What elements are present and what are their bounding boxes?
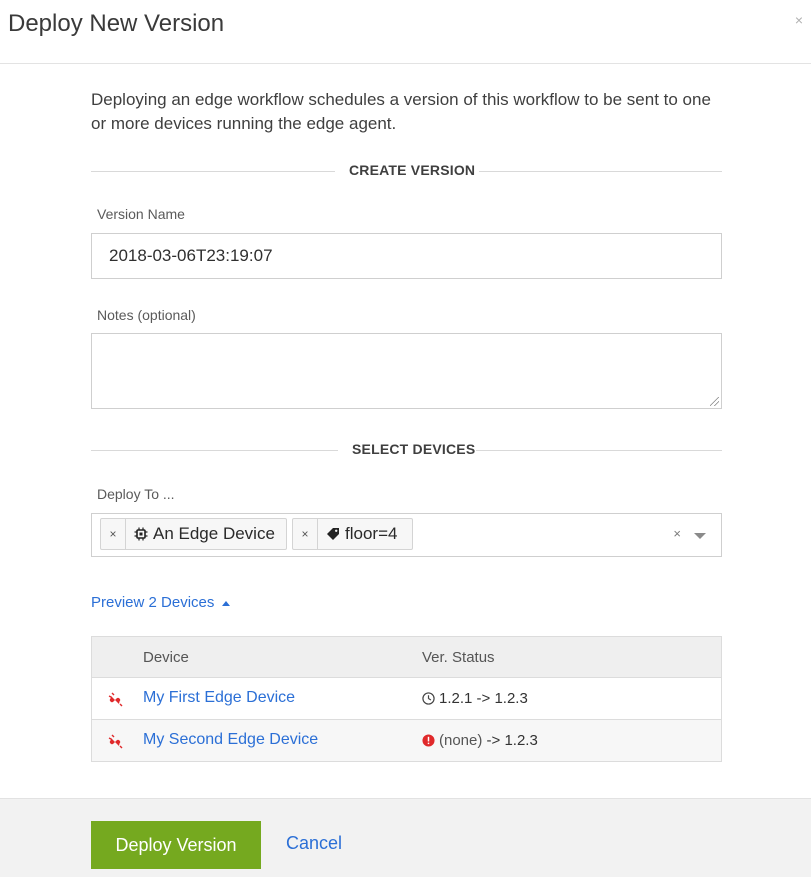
error-icon [422, 734, 435, 747]
status-prefix: (none) [439, 732, 483, 749]
device-chip: × An Edge Device [100, 518, 287, 550]
notes-label: Notes (optional) [97, 307, 196, 323]
version-status: (none) -> 1.2.3 [422, 732, 538, 749]
close-icon[interactable]: × [795, 12, 803, 28]
select-devices-divider: SELECT DEVICES [91, 441, 722, 461]
tag-chip: × floor=4 [292, 518, 413, 550]
device-link[interactable]: My Second Edge Device [143, 731, 318, 749]
deploy-version-button[interactable]: Deploy Version [91, 821, 261, 869]
resize-grip-icon[interactable] [710, 397, 719, 406]
disconnected-plug-icon [108, 692, 123, 707]
chip-remove-icon[interactable]: × [293, 519, 318, 549]
column-header-status: Ver. Status [422, 649, 495, 666]
version-name-input[interactable]: 2018-03-06T23:19:07 [91, 233, 722, 279]
table-header: Device Ver. Status [92, 637, 721, 678]
deploy-to-select[interactable]: × An Edge Device × floor=4 × [91, 513, 722, 557]
status-text: -> 1.2.3 [482, 732, 538, 749]
disconnected-plug-icon [108, 734, 123, 749]
modal-title: Deploy New Version [8, 10, 225, 37]
clear-selection-icon[interactable]: × [673, 526, 681, 541]
create-version-divider: CREATE VERSION [91, 162, 722, 182]
create-version-heading: CREATE VERSION [349, 162, 476, 178]
chip-icon [134, 527, 148, 541]
table-row: My First Edge Device 1.2.1 -> 1.2.3 [92, 678, 721, 720]
status-text: 1.2.1 -> 1.2.3 [439, 690, 528, 707]
chevron-down-icon[interactable] [694, 533, 706, 539]
caret-up-icon [222, 600, 231, 606]
modal-header: Deploy New Version × [0, 0, 811, 64]
devices-table: Device Ver. Status My First Edge Device … [91, 636, 722, 762]
notes-textarea[interactable] [91, 333, 722, 409]
modal-body: Deploying an edge workflow schedules a v… [91, 88, 722, 762]
cancel-button[interactable]: Cancel [286, 833, 342, 854]
chip-label: An Edge Device [153, 524, 275, 543]
intro-text: Deploying an edge workflow schedules a v… [91, 90, 711, 133]
version-name-label: Version Name [97, 206, 185, 222]
clock-icon [422, 692, 435, 705]
deploy-to-label: Deploy To ... [97, 486, 175, 502]
column-header-device: Device [143, 649, 189, 666]
modal-footer: Deploy Version Cancel [0, 798, 811, 877]
chip-label: floor=4 [345, 524, 398, 543]
tag-icon [326, 527, 340, 541]
version-status: 1.2.1 -> 1.2.3 [422, 690, 528, 707]
device-link[interactable]: My First Edge Device [143, 689, 295, 707]
preview-devices-toggle[interactable]: Preview 2 Devices [91, 594, 231, 611]
table-row: My Second Edge Device (none) -> 1.2.3 [92, 720, 721, 761]
preview-devices-label: Preview 2 Devices [91, 594, 215, 611]
chip-remove-icon[interactable]: × [101, 519, 126, 549]
select-devices-heading: SELECT DEVICES [352, 441, 476, 457]
